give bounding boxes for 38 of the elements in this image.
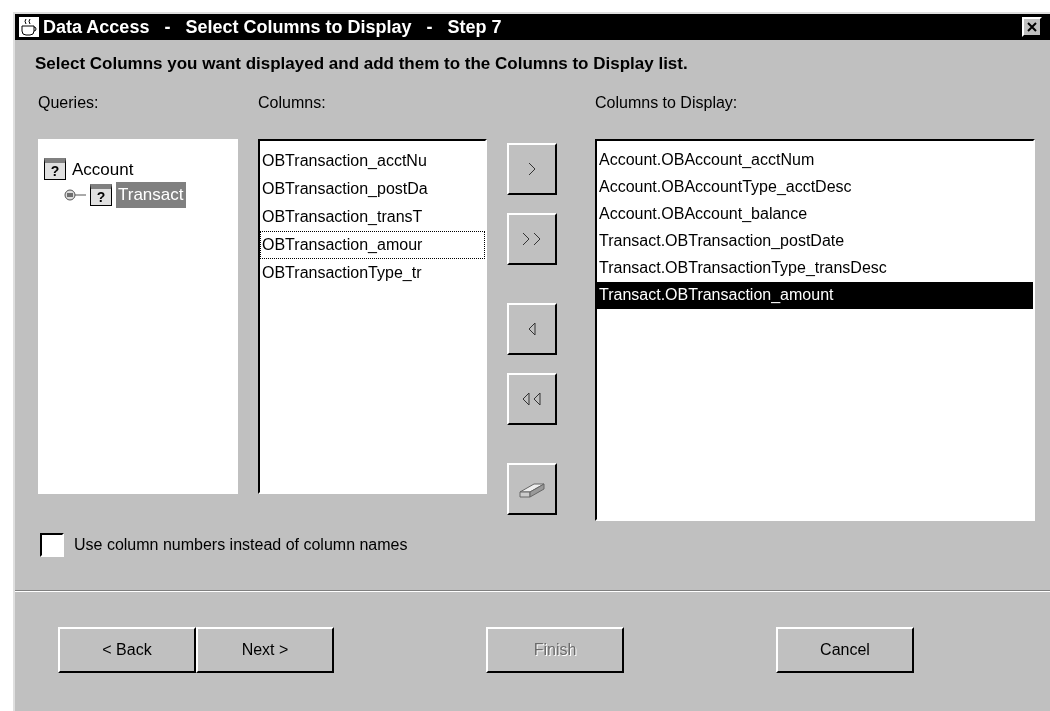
tree-item[interactable]: Transact bbox=[116, 182, 186, 208]
display-column-item[interactable]: Transact.OBTransaction_postDate bbox=[597, 227, 1033, 255]
column-item[interactable]: OBTransaction_transT bbox=[260, 202, 485, 231]
checkbox-label: Use column numbers instead of column names bbox=[74, 534, 408, 555]
close-icon bbox=[1027, 22, 1037, 32]
add-button[interactable] bbox=[507, 142, 557, 195]
remove-button[interactable] bbox=[507, 302, 557, 355]
window-title: Data Access - Select Columns to Display - Step 7 bbox=[43, 15, 502, 39]
display-column-item[interactable]: Transact.OBTransactionType_transDesc bbox=[597, 254, 1033, 282]
double-triangle-left-icon bbox=[522, 391, 542, 406]
clear-button[interactable] bbox=[507, 462, 557, 515]
query-icon: ? bbox=[44, 158, 66, 181]
columns-label: Columns: bbox=[258, 92, 327, 113]
coffee-cup-icon bbox=[19, 17, 39, 37]
queries-label: Queries: bbox=[38, 92, 100, 113]
wizard-button[interactable]: Next > bbox=[196, 626, 334, 673]
triangle-left-icon bbox=[528, 321, 536, 336]
remove-all-button[interactable] bbox=[507, 372, 557, 425]
instruction-text: Select Columns you want displayed and add them to the Columns to Display list. bbox=[35, 53, 689, 75]
tree-expander-icon[interactable] bbox=[64, 188, 86, 201]
display-column-item[interactable]: Account.OBAccount_acctNum bbox=[597, 146, 1033, 174]
column-item[interactable]: OBTransactionType_tr bbox=[260, 258, 485, 287]
columns-to-display-label: Columns to Display: bbox=[595, 92, 739, 113]
double-chevron-right-icon bbox=[522, 231, 542, 246]
tree-item[interactable]: Account bbox=[70, 156, 136, 182]
close-button[interactable] bbox=[1022, 17, 1042, 37]
column-item[interactable]: OBTransaction_postDa bbox=[260, 174, 485, 203]
column-item[interactable]: OBTransaction_acctNu bbox=[260, 146, 485, 175]
query-icon: ? bbox=[90, 183, 112, 206]
display-column-item[interactable]: Account.OBAccount_balance bbox=[597, 200, 1033, 228]
wizard-button[interactable]: < Back bbox=[58, 626, 196, 673]
use-column-numbers-checkbox[interactable] bbox=[40, 532, 64, 557]
display-column-item[interactable]: Account.OBAccountType_acctDesc bbox=[597, 173, 1033, 201]
add-all-button[interactable] bbox=[507, 212, 557, 265]
chevron-right-icon bbox=[528, 161, 536, 176]
column-item[interactable]: OBTransaction_amour bbox=[260, 230, 485, 259]
wizard-button[interactable]: Cancel bbox=[776, 626, 914, 673]
display-column-item[interactable]: Transact.OBTransaction_amount bbox=[597, 281, 1033, 309]
